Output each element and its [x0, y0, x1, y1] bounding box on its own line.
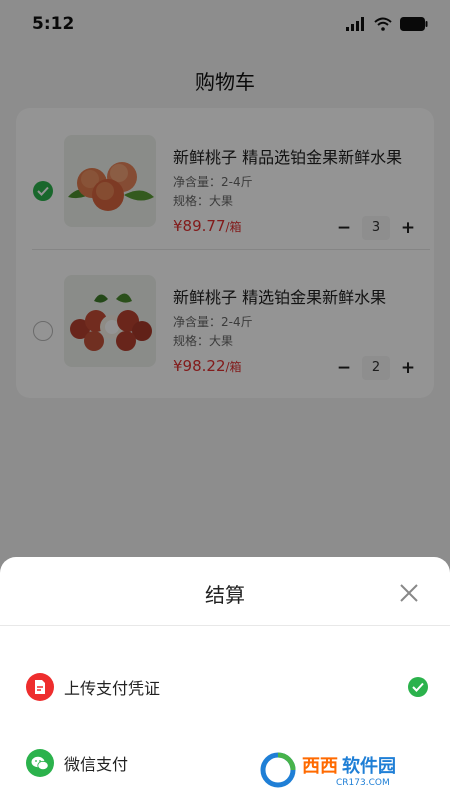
svg-text:软件园: 软件园 [342, 755, 396, 777]
payment-option-upload-voucher[interactable]: 上传支付凭证 [0, 665, 450, 709]
payment-label: 上传支付凭证 [64, 679, 161, 698]
watermark-logo: 西西 软件园 CR173.COM [250, 748, 434, 792]
sheet-title: 结算 [205, 583, 245, 607]
upload-voucher-icon [26, 673, 54, 701]
wechat-icon [26, 749, 54, 777]
watermark-text: 西西 软件园 CR173.COM [302, 755, 396, 788]
svg-text:CR173.COM: CR173.COM [336, 778, 390, 788]
watermark-emblem [260, 752, 296, 788]
payment-label: 微信支付 [64, 755, 129, 774]
svg-text:西西: 西西 [302, 756, 338, 777]
selected-check-icon [408, 677, 428, 697]
sheet-divider [0, 625, 450, 626]
close-icon[interactable] [398, 582, 420, 604]
